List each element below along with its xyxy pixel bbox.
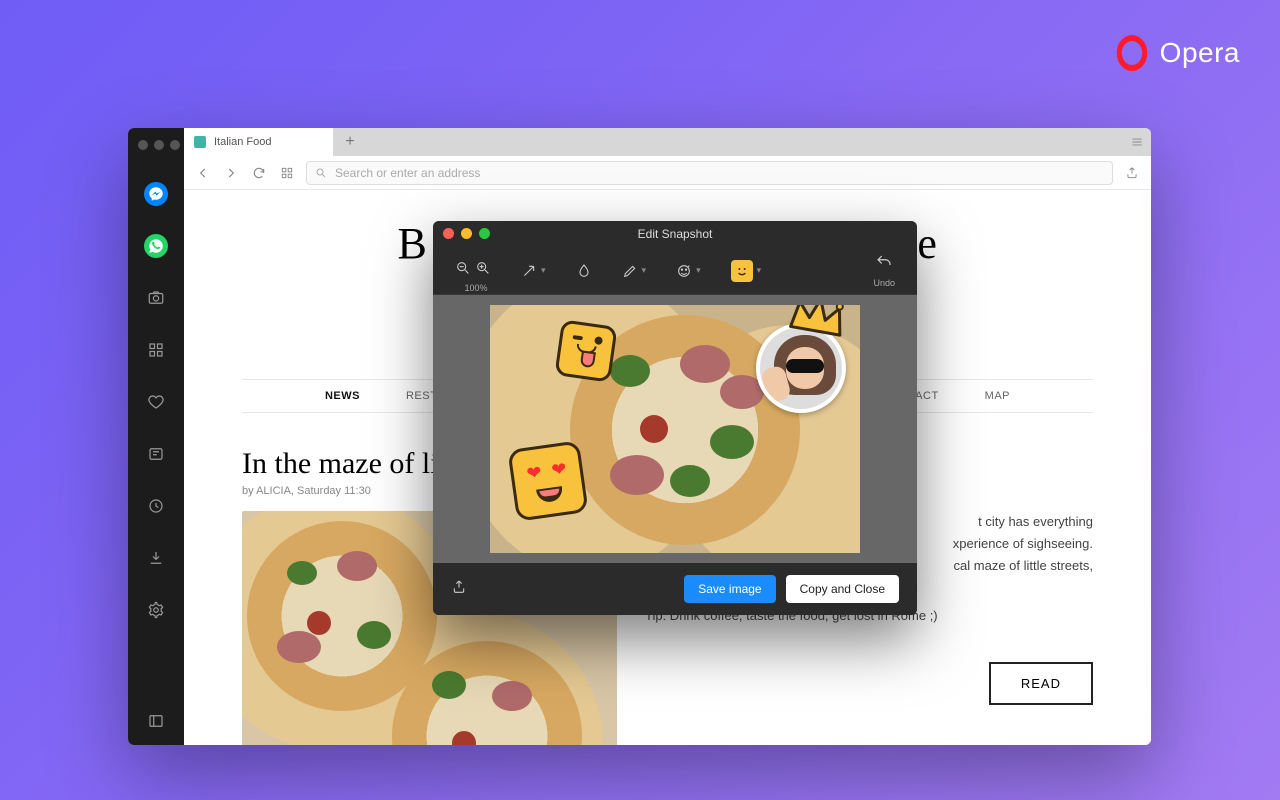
sidebar-settings[interactable] — [144, 598, 168, 622]
copy-close-button[interactable]: Copy and Close — [786, 575, 899, 603]
snapshot-footer: Save image Copy and Close — [433, 563, 917, 615]
zoom-level: 100% — [461, 283, 491, 293]
nav-map[interactable]: MAP — [985, 390, 1010, 402]
traffic-dot[interactable] — [138, 140, 148, 150]
zoom-out-icon[interactable] — [455, 260, 471, 281]
selfie-tool[interactable]: ▾ — [676, 263, 701, 279]
toolbar: Search or enter an address — [184, 156, 1151, 190]
back-button[interactable] — [194, 164, 212, 182]
easy-setup-button[interactable] — [1123, 128, 1151, 156]
share-icon[interactable] — [451, 579, 467, 600]
traffic-dot[interactable] — [170, 140, 180, 150]
close-window-button[interactable] — [443, 228, 454, 239]
sidebar-news[interactable] — [144, 442, 168, 466]
new-tab-button[interactable]: + — [334, 128, 366, 156]
sidebar — [128, 128, 184, 745]
tab-active[interactable]: Italian Food — [184, 128, 334, 156]
sidebar-snapshot[interactable] — [144, 286, 168, 310]
snapshot-title: Edit Snapshot — [638, 227, 713, 241]
tab-title: Italian Food — [214, 136, 271, 148]
sidebar-favorites[interactable] — [144, 390, 168, 414]
traffic-dot[interactable] — [154, 140, 164, 150]
save-image-button[interactable]: Save image — [684, 575, 775, 603]
read-button[interactable]: READ — [989, 662, 1093, 705]
blur-tool[interactable] — [576, 263, 592, 279]
snapshot-toolbar: ▾ ▾ ▾ ▾ Undo — [433, 247, 917, 295]
sidebar-whatsapp[interactable] — [144, 234, 168, 258]
snapshot-editor: Edit Snapshot ▾ ▾ ▾ ▾ Undo 100% — [433, 221, 917, 615]
nav-news[interactable]: NEWS — [325, 390, 360, 402]
arrow-tool[interactable]: ▾ — [521, 263, 546, 279]
sidebar-downloads[interactable] — [144, 546, 168, 570]
sidebar-speed-dial[interactable] — [144, 338, 168, 362]
sidebar-history[interactable] — [144, 494, 168, 518]
opera-wordmark: Opera — [1160, 37, 1240, 69]
pencil-tool[interactable]: ▾ — [622, 263, 647, 279]
undo-label: Undo — [873, 278, 895, 288]
minimize-window-button[interactable] — [461, 228, 472, 239]
zoom-tools — [455, 260, 491, 281]
sticker-heart-eyes[interactable]: ❤❤ — [507, 440, 588, 521]
favicon — [194, 136, 206, 148]
zoom-in-icon[interactable] — [475, 260, 491, 281]
window-traffic-lights — [128, 140, 180, 150]
start-page-button[interactable] — [278, 164, 296, 182]
snapshot-canvas[interactable]: ❤❤ — [433, 295, 917, 563]
sticker-tool[interactable]: ▾ — [731, 260, 762, 282]
snapshot-titlebar: Edit Snapshot — [433, 221, 917, 247]
undo-icon[interactable] — [875, 253, 893, 276]
snapshot-photo: ❤❤ — [490, 305, 860, 553]
sticker-tongue[interactable] — [554, 319, 617, 382]
reload-button[interactable] — [250, 164, 268, 182]
zoom-window-button[interactable] — [479, 228, 490, 239]
forward-button[interactable] — [222, 164, 240, 182]
tabstrip: Italian Food + — [184, 128, 1151, 156]
sidebar-toggle-panel[interactable] — [144, 709, 168, 733]
address-bar[interactable]: Search or enter an address — [306, 161, 1113, 185]
address-placeholder: Search or enter an address — [335, 166, 480, 180]
sidebar-messenger[interactable] — [144, 182, 168, 206]
opera-logo: Opera — [1114, 35, 1240, 71]
opera-ring-icon — [1116, 35, 1147, 71]
share-page-button[interactable] — [1123, 164, 1141, 182]
